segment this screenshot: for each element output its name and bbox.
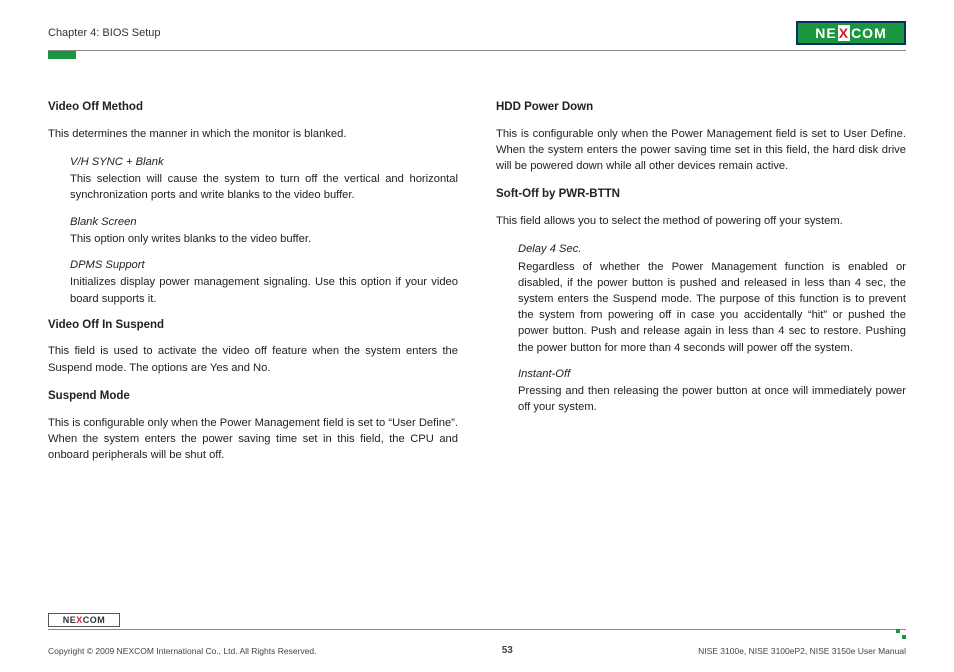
option-text: This option only writes blanks to the vi… (70, 231, 458, 247)
option-name: Delay 4 Sec. (518, 241, 906, 257)
paragraph: This field allows you to select the meth… (496, 213, 906, 229)
option-text: Regardless of whether the Power Manageme… (518, 259, 906, 356)
section-heading: Soft-Off by PWR-BTTN (496, 186, 906, 203)
page-number: 53 (502, 645, 513, 656)
option-block: Instant-Off Pressing and then releasing … (518, 366, 906, 416)
chapter-label: Chapter 4: BIOS Setup (48, 27, 161, 39)
section-heading: HDD Power Down (496, 99, 906, 116)
paragraph: This determines the manner in which the … (48, 126, 458, 142)
option-text: Pressing and then releasing the power bu… (518, 383, 906, 415)
option-name: V/H SYNC + Blank (70, 154, 458, 170)
option-block: V/H SYNC + Blank This selection will cau… (70, 154, 458, 204)
right-column: HDD Power Down This is configurable only… (496, 93, 906, 475)
section-heading: Suspend Mode (48, 388, 458, 405)
doc-title: NISE 3100e, NISE 3100eP2, NISE 3150e Use… (698, 646, 906, 656)
option-name: Instant-Off (518, 366, 906, 382)
paragraph: This is configurable only when the Power… (48, 415, 458, 464)
option-name: Blank Screen (70, 214, 458, 230)
option-block: Delay 4 Sec. Regardless of whether the P… (518, 241, 906, 356)
footer: NEXCOM Copyright © 2009 NEXCOM Internati… (48, 613, 906, 656)
left-column: Video Off Method This determines the man… (48, 93, 458, 475)
logo-x: X (838, 25, 850, 41)
option-block: Blank Screen This option only writes bla… (70, 214, 458, 247)
paragraph: This field is used to activate the video… (48, 343, 458, 375)
body-content: Video Off Method This determines the man… (48, 93, 906, 475)
section-heading: Video Off In Suspend (48, 317, 458, 334)
option-text: Initializes display power management sig… (70, 274, 458, 306)
footer-logo: NEXCOM (48, 613, 120, 627)
section-heading: Video Off Method (48, 99, 458, 116)
brand-logo: NEXCOM (796, 21, 906, 45)
option-text: This selection will cause the system to … (70, 171, 458, 203)
copyright-text: Copyright © 2009 NEXCOM International Co… (48, 646, 316, 656)
option-block: DPMS Support Initializes display power m… (70, 257, 458, 307)
logo-text: NE (63, 615, 77, 625)
paragraph: This is configurable only when the Power… (496, 126, 906, 175)
logo-text: COM (851, 25, 887, 41)
option-name: DPMS Support (70, 257, 458, 273)
logo-text: COM (83, 615, 106, 625)
footer-rule (48, 629, 906, 643)
header-rule (48, 50, 906, 51)
logo-text: NE (815, 25, 836, 41)
